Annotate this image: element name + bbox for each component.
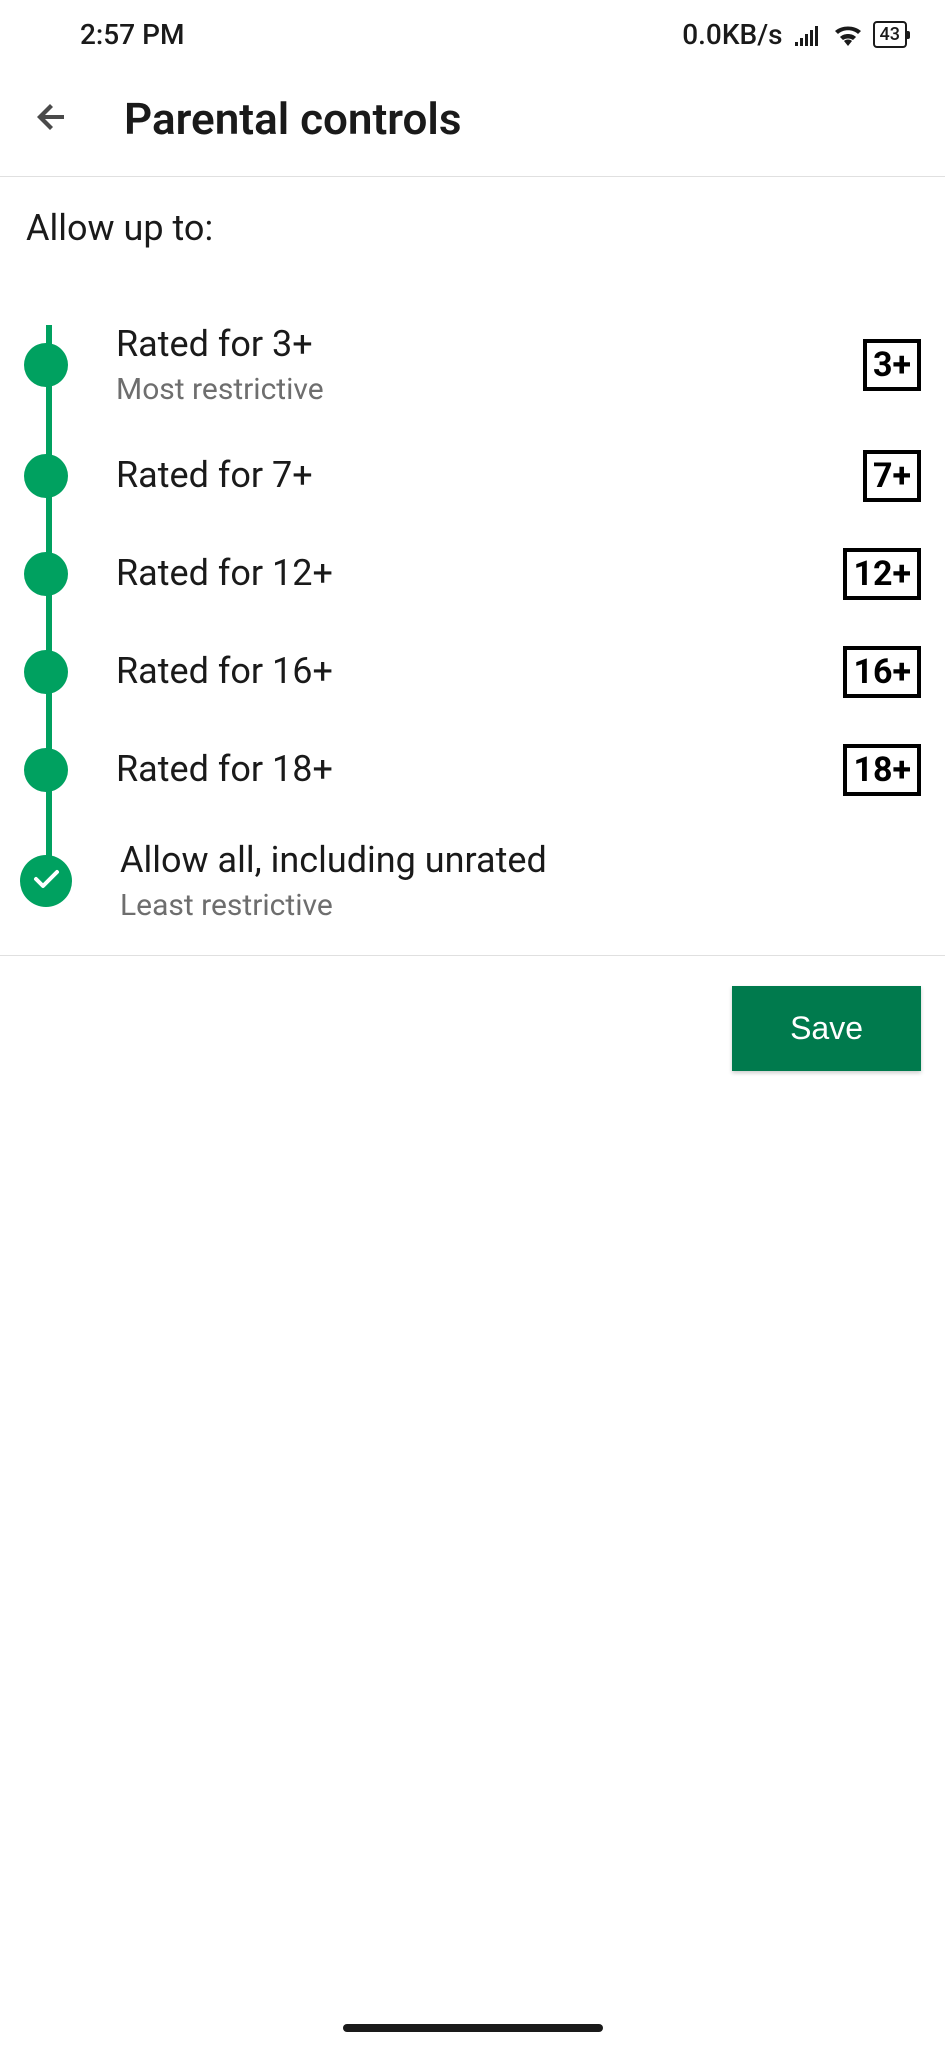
status-data-rate: 0.0KB/s bbox=[682, 18, 782, 51]
rating-dot-selected-icon bbox=[20, 855, 72, 907]
rating-subtitle: Least restrictive bbox=[120, 886, 921, 925]
save-button[interactable]: Save bbox=[732, 986, 921, 1071]
rating-option-allow-all[interactable]: Allow all, including unrated Least restr… bbox=[24, 819, 921, 943]
rating-dot-icon bbox=[24, 343, 68, 387]
rating-dot-icon bbox=[24, 552, 68, 596]
rating-title: Rated for 12+ bbox=[116, 550, 843, 597]
rating-text: Allow all, including unrated Least restr… bbox=[120, 837, 921, 925]
rating-text: Rated for 18+ bbox=[116, 746, 843, 793]
status-time: 2:57 PM bbox=[80, 18, 184, 51]
rating-option-7plus[interactable]: Rated for 7+ 7+ bbox=[24, 427, 921, 525]
rating-dot-icon bbox=[24, 454, 68, 498]
rating-title: Rated for 7+ bbox=[116, 452, 863, 499]
rating-option-18plus[interactable]: Rated for 18+ 18+ bbox=[24, 721, 921, 819]
content: Allow up to: Rated for 3+ Most restricti… bbox=[0, 177, 945, 943]
rating-badge: 7+ bbox=[863, 450, 921, 502]
rating-dot-icon bbox=[24, 650, 68, 694]
section-label: Allow up to: bbox=[26, 207, 921, 249]
rating-title: Rated for 16+ bbox=[116, 648, 843, 695]
footer: Save bbox=[0, 955, 945, 1101]
app-header: Parental controls bbox=[0, 69, 945, 177]
back-button[interactable] bbox=[24, 89, 80, 148]
rating-option-12plus[interactable]: Rated for 12+ 12+ bbox=[24, 525, 921, 623]
rating-text: Rated for 16+ bbox=[116, 648, 843, 695]
arrow-left-icon bbox=[32, 97, 72, 140]
rating-badge: 12+ bbox=[843, 548, 921, 600]
rating-subtitle: Most restrictive bbox=[116, 370, 863, 409]
rating-text: Rated for 12+ bbox=[116, 550, 843, 597]
home-indicator[interactable] bbox=[343, 2024, 603, 2032]
battery-icon: 43 bbox=[873, 21, 907, 48]
check-icon bbox=[31, 864, 61, 898]
rating-dot-icon bbox=[24, 748, 68, 792]
signal-icon bbox=[793, 24, 823, 46]
rating-option-16plus[interactable]: Rated for 16+ 16+ bbox=[24, 623, 921, 721]
rating-title: Allow all, including unrated bbox=[120, 837, 921, 884]
rating-title: Rated for 18+ bbox=[116, 746, 843, 793]
rating-badge: 3+ bbox=[863, 339, 921, 391]
status-bar: 2:57 PM 0.0KB/s 43 bbox=[0, 0, 945, 69]
rating-list: Rated for 3+ Most restrictive 3+ Rated f… bbox=[24, 303, 921, 943]
page-title: Parental controls bbox=[124, 93, 461, 145]
rating-title: Rated for 3+ bbox=[116, 321, 863, 368]
rating-badge: 18+ bbox=[843, 744, 921, 796]
wifi-icon bbox=[833, 24, 863, 46]
rating-option-3plus[interactable]: Rated for 3+ Most restrictive 3+ bbox=[24, 303, 921, 427]
rating-badge: 16+ bbox=[843, 646, 921, 698]
rating-text: Rated for 3+ Most restrictive bbox=[116, 321, 863, 409]
rating-text: Rated for 7+ bbox=[116, 452, 863, 499]
status-right: 0.0KB/s 43 bbox=[682, 18, 907, 51]
battery-level: 43 bbox=[880, 24, 900, 45]
